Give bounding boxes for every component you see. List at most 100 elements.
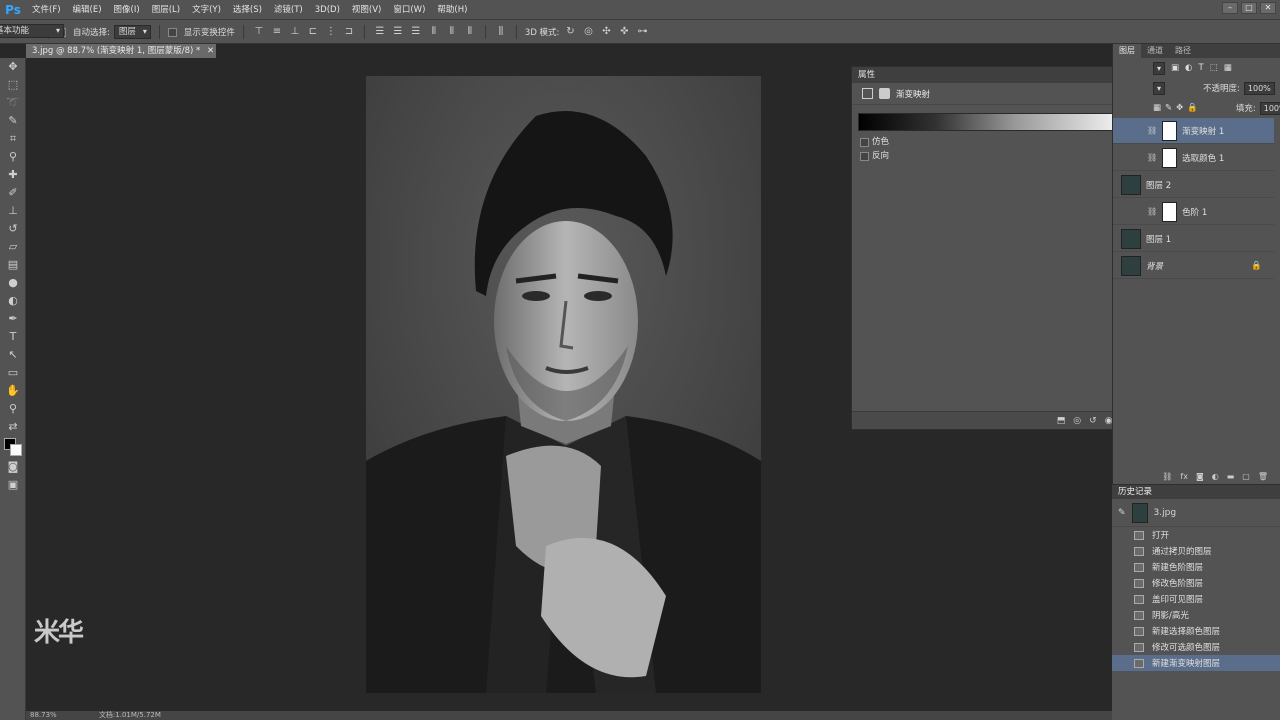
history-item[interactable]: 新建选择颜色图层 <box>1112 623 1280 639</box>
history-item[interactable]: 新建色阶图层 <box>1112 559 1280 575</box>
gradient-tool-icon[interactable]: ▤ <box>0 256 26 274</box>
layer-levels[interactable]: ⛓ 色阶 1 <box>1113 199 1274 225</box>
filter-smart-icon[interactable]: ▦ <box>1224 63 1232 73</box>
workspace-dropdown[interactable]: 基本功能 <box>0 24 64 38</box>
blend-mode-dropdown[interactable]: ▾ <box>1153 81 1166 95</box>
filter-pixel-icon[interactable]: ▣ <box>1171 63 1179 73</box>
roll-3d-icon[interactable]: ◎ <box>581 25 595 39</box>
view-previous-icon[interactable]: ◎ <box>1073 416 1081 426</box>
history-item[interactable]: 阴影/高光 <box>1112 607 1280 623</box>
layer-2[interactable]: 图层 2 <box>1113 172 1274 198</box>
align-middle-icon[interactable]: ≡ <box>270 25 284 39</box>
history-item[interactable]: 修改色阶图层 <box>1112 575 1280 591</box>
menu-layer[interactable]: 图层(L) <box>146 0 186 20</box>
new-layer-icon[interactable]: ▢ <box>1242 472 1250 484</box>
align-left-icon[interactable]: ⊏ <box>306 25 320 39</box>
brush-tool-icon[interactable]: ✐ <box>0 184 26 202</box>
lock-move-icon[interactable]: ✥ <box>1176 103 1183 113</box>
filter-kind-dropdown[interactable]: ▾ <box>1153 61 1166 75</box>
scale-3d-icon[interactable]: ⊶ <box>635 25 649 39</box>
close-button[interactable]: ✕ <box>1260 2 1276 14</box>
history-item[interactable]: 通过拷贝的图层 <box>1112 543 1280 559</box>
distribute-middle-icon[interactable]: ☰ <box>391 25 405 39</box>
menu-edit[interactable]: 编辑(E) <box>67 0 108 20</box>
lock-all-icon[interactable]: 🔒 <box>1187 103 1198 113</box>
background-color[interactable] <box>10 444 22 456</box>
align-center-icon[interactable]: ⋮ <box>324 25 338 39</box>
rectangle-tool-icon[interactable]: ▭ <box>0 364 26 382</box>
show-transform-checkbox[interactable] <box>167 28 177 37</box>
distribute-right-icon[interactable]: ⫴ <box>463 25 477 39</box>
maximize-button[interactable]: □ <box>1241 2 1257 14</box>
lasso-tool-icon[interactable]: ➰ <box>0 94 26 112</box>
menu-image[interactable]: 图像(I) <box>108 0 146 20</box>
quick-select-tool-icon[interactable]: ✎ <box>0 112 26 130</box>
distribute-top-icon[interactable]: ☰ <box>373 25 387 39</box>
path-select-tool-icon[interactable]: ↖ <box>0 346 26 364</box>
auto-select-dropdown[interactable]: 图层 <box>113 24 151 39</box>
menu-window[interactable]: 窗口(W) <box>387 0 431 20</box>
crop-tool-icon[interactable]: ⌗ <box>0 130 26 148</box>
link-layers-icon[interactable]: ⛓ <box>1162 472 1172 484</box>
dodge-tool-icon[interactable]: ◐ <box>0 292 26 310</box>
align-right-icon[interactable]: ⊐ <box>342 25 356 39</box>
adjustment-icon[interactable] <box>862 88 873 99</box>
distribute-center-icon[interactable]: ⫴ <box>445 25 459 39</box>
layer-background[interactable]: 背景 🔒 <box>1113 253 1274 279</box>
reset-icon[interactable]: ↺ <box>1089 416 1097 426</box>
tab-paths[interactable]: 路径 <box>1169 44 1197 58</box>
layer-1[interactable]: 图层 1 <box>1113 226 1274 252</box>
move-tool-icon[interactable]: ✥ <box>0 58 26 76</box>
filter-adjust-icon[interactable]: ◐ <box>1185 63 1192 73</box>
menu-3d[interactable]: 3D(D) <box>309 0 346 20</box>
history-item-current[interactable]: 新建渐变映射图层 <box>1112 655 1280 671</box>
eyedropper-tool-icon[interactable]: ⚲ <box>0 148 26 166</box>
hand-tool-icon[interactable]: ✋ <box>0 382 26 400</box>
menu-help[interactable]: 帮助(H) <box>431 0 473 20</box>
tab-layers[interactable]: 图层 <box>1113 44 1141 58</box>
new-group-icon[interactable]: ▬ <box>1227 472 1235 484</box>
distribute-bottom-icon[interactable]: ☰ <box>409 25 423 39</box>
history-tab[interactable]: 历史记录 <box>1112 485 1280 499</box>
drag-3d-icon[interactable]: ✣ <box>599 25 613 39</box>
color-swatches[interactable] <box>0 436 25 458</box>
screen-mode-icon[interactable]: ▣ <box>0 476 26 494</box>
add-mask-icon[interactable]: ◙ <box>1196 472 1204 484</box>
reverse-checkbox[interactable] <box>860 151 869 161</box>
history-snapshot[interactable]: ✎ 3.jpg <box>1112 499 1280 527</box>
history-brush-icon[interactable]: ✎ <box>1118 508 1126 518</box>
eraser-tool-icon[interactable]: ▱ <box>0 238 26 256</box>
layer-mask-thumb[interactable] <box>1162 201 1178 222</box>
close-tab-icon[interactable]: ✕ <box>207 46 214 56</box>
minimize-button[interactable]: – <box>1222 2 1238 14</box>
menu-select[interactable]: 选择(S) <box>227 0 268 20</box>
document-tab[interactable]: 3.jpg @ 88.7% (渐变映射 1, 图层蒙版/8) * ✕ <box>26 44 216 58</box>
history-item[interactable]: 修改可选颜色图层 <box>1112 639 1280 655</box>
type-tool-icon[interactable]: T <box>0 328 26 346</box>
layer-mask-thumb[interactable] <box>1162 120 1178 141</box>
tab-channels[interactable]: 通道 <box>1141 44 1169 58</box>
lock-transparent-icon[interactable]: ▦ <box>1153 103 1161 113</box>
zoom-tool-icon[interactable]: ⚲ <box>0 400 26 418</box>
opacity-input[interactable]: 100% <box>1243 81 1275 95</box>
menu-filter[interactable]: 滤镜(T) <box>268 0 309 20</box>
history-item[interactable]: 打开 <box>1112 527 1280 543</box>
history-brush-tool-icon[interactable]: ↺ <box>0 220 26 238</box>
clone-stamp-tool-icon[interactable]: ⊥ <box>0 202 26 220</box>
rotate-3d-icon[interactable]: ↻ <box>563 25 577 39</box>
marquee-tool-icon[interactable]: ⬚ <box>0 76 26 94</box>
clip-to-layer-icon[interactable]: ⬒ <box>1057 416 1066 426</box>
quick-mask-icon[interactable]: ◙ <box>0 458 26 476</box>
layer-gradient-map[interactable]: ⛓ 渐变映射 1 <box>1113 118 1274 144</box>
menu-type[interactable]: 文字(Y) <box>186 0 227 20</box>
reverse-option[interactable]: 反向 <box>860 149 889 161</box>
history-item[interactable]: 盖印可见图层 <box>1112 591 1280 607</box>
fill-input[interactable]: 100% <box>1259 101 1280 115</box>
blur-tool-icon[interactable]: ● <box>0 274 26 292</box>
slide-3d-icon[interactable]: ✜ <box>617 25 631 39</box>
layer-mask-thumb[interactable] <box>1162 147 1178 168</box>
align-top-icon[interactable]: ⊤ <box>252 25 266 39</box>
delete-layer-icon[interactable]: 🗑 <box>1258 472 1268 484</box>
properties-tab[interactable]: 属性 <box>852 67 1146 83</box>
distribute-left-icon[interactable]: ⫴ <box>427 25 441 39</box>
